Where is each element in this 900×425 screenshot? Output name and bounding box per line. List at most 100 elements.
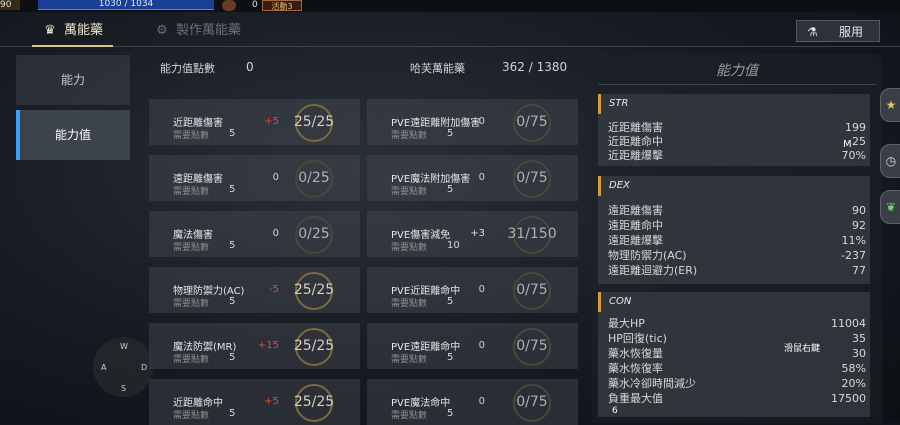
- stat-row: 藥水恢復量 30: [608, 347, 866, 360]
- sidebar: 能力 能力值: [16, 55, 130, 165]
- stat-name: 遠距離傷害: [173, 174, 223, 185]
- sidebar-item-stats[interactable]: 能力值: [16, 110, 130, 160]
- required-points-value: 5: [447, 352, 454, 363]
- top-status-bar: 90 1030 / 1034 0 活動3: [0, 0, 900, 12]
- sidebar-item-ability[interactable]: 能力: [16, 55, 130, 105]
- stat-cell[interactable]: PVE魔法附加傷害 需要點數 5 0 0/75: [367, 155, 578, 201]
- stat-cell[interactable]: 魔法傷害 需要點數 5 0 0/25: [149, 211, 360, 257]
- key-d: D: [141, 363, 148, 372]
- stat-bonus: 0: [478, 396, 485, 407]
- potion-icon: ⚗: [807, 25, 818, 39]
- tab-bar: ♛ 萬能藥 ⚙ 製作萬能藥: [0, 16, 900, 47]
- stat-bonus: 0: [478, 116, 485, 127]
- stat-progress: 25/25: [293, 114, 335, 130]
- tab-elixir[interactable]: ♛ 萬能藥: [31, 20, 114, 47]
- required-points-label: 需要點數: [391, 187, 428, 197]
- points-value: 0: [246, 60, 254, 74]
- stat-name: PVE遠距離命中: [391, 342, 461, 353]
- stat-name: PVE傷害減免: [391, 230, 451, 241]
- tab-craft-elixir[interactable]: ⚙ 製作萬能藥: [154, 20, 241, 42]
- required-points-value: 5: [229, 352, 236, 363]
- avatar: [222, 0, 236, 11]
- stat-cell[interactable]: 近距離傷害 需要點數 5 +5 25/25: [149, 99, 360, 145]
- gears-icon: ⚙: [156, 23, 168, 38]
- clock-button[interactable]: ◷: [880, 144, 900, 178]
- stat-name: 魔法防禦(MR): [173, 342, 237, 353]
- stat-cell[interactable]: PVE遠距離命中 需要點數 5 0 0/75: [367, 323, 578, 369]
- required-points-value: 5: [229, 296, 236, 307]
- hotkey-m: M: [843, 139, 852, 150]
- hotkey-6: 6: [612, 406, 618, 416]
- stat-bonus: +3: [470, 228, 485, 239]
- panel-title: 能力值: [716, 63, 758, 79]
- use-button-label: 服用: [839, 25, 864, 39]
- stat-progress: 0/75: [516, 114, 548, 130]
- divider: [598, 84, 876, 85]
- section-header: STR: [598, 94, 870, 114]
- stat-cell[interactable]: PVE遠距離附加傷害 需要點數 5 0 0/75: [367, 99, 578, 145]
- stat-row: 最大HP 11004: [608, 317, 866, 330]
- section-dex: DEX 遠距離傷害 90 遠距離命中 92 遠距離爆擊 11% 物理防禦力(AC) -2…: [598, 176, 870, 284]
- leaf-icon: ❦: [885, 200, 897, 214]
- stat-name: 近距離傷害: [173, 118, 223, 129]
- stat-bonus: +5: [264, 116, 279, 127]
- stat-cell[interactable]: PVE傷害減免 需要點數 10 +3 31/150: [367, 211, 578, 257]
- stat-cell[interactable]: PVE近距離命中 需要點數 5 0 0/75: [367, 267, 578, 313]
- stat-progress: 31/150: [507, 226, 557, 242]
- required-points-label: 需要點數: [173, 355, 210, 365]
- stat-cell[interactable]: 近距離命中 需要點數 5 +5 25/25: [149, 379, 360, 425]
- stat-row: 遠距離命中 92: [608, 219, 866, 232]
- star-icon: ★: [885, 98, 897, 112]
- stat-row: HP回復(tic) 35: [608, 332, 866, 345]
- stat-row: 近距離傷害 199: [608, 121, 866, 134]
- required-points-value: 5: [447, 296, 454, 307]
- stat-progress: 0/25: [298, 226, 330, 242]
- hp-bar: 1030 / 1034: [38, 0, 214, 10]
- required-points-value: 10: [447, 240, 460, 251]
- stat-cell[interactable]: 魔法防禦(MR) 需要點數 5 +15 25/25: [149, 323, 360, 369]
- stat-cell[interactable]: 物理防禦力(AC) 需要點數 5 -5 25/25: [149, 267, 360, 313]
- clock-icon: ◷: [885, 154, 897, 168]
- stat-row: 遠距離爆擊 11%: [608, 234, 866, 247]
- stat-bonus: +5: [264, 396, 279, 407]
- leaf-button[interactable]: ❦: [880, 190, 900, 224]
- required-points-value: 5: [447, 128, 454, 139]
- stat-progress: 0/75: [516, 170, 548, 186]
- stat-row: 藥水恢復率 58%: [608, 362, 866, 375]
- elixir-value: 362 / 1380: [502, 60, 568, 74]
- stat-row: 物理防禦力(AC) -237: [608, 249, 866, 262]
- stat-progress: 0/75: [516, 338, 548, 354]
- required-points-label: 需要點數: [173, 131, 210, 141]
- stat-bonus: 0: [478, 284, 485, 295]
- key-s: S: [121, 384, 127, 393]
- stat-cell[interactable]: PVE魔法命中 需要點數 5 0 0/75: [367, 379, 578, 425]
- stat-cell[interactable]: 遠距離傷害 需要點數 5 0 0/25: [149, 155, 360, 201]
- required-points-label: 需要點數: [391, 131, 428, 141]
- stat-row: 近距離命中 25: [608, 135, 866, 148]
- stat-bonus: 0: [272, 228, 279, 239]
- stat-bonus: -5: [269, 284, 279, 295]
- level-badge: 90: [0, 0, 20, 10]
- required-points-value: 5: [229, 240, 236, 251]
- use-button[interactable]: ⚗ 服用: [796, 20, 880, 42]
- event-button[interactable]: 活動3: [262, 0, 302, 11]
- required-points-value: 5: [229, 408, 236, 419]
- required-points-label: 需要點數: [391, 299, 428, 309]
- sidebar-item-label: 能力值: [54, 128, 91, 142]
- stat-name: PVE魔法命中: [391, 398, 451, 409]
- stat-progress: 0/75: [516, 394, 548, 410]
- stat-bonus: 0: [272, 172, 279, 183]
- star-button[interactable]: ★: [880, 88, 900, 122]
- right-click-hint: 滑鼠右鍵: [784, 344, 821, 354]
- required-points-label: 需要點數: [173, 187, 210, 197]
- movement-pad[interactable]: W A D S: [93, 337, 153, 397]
- stat-name: 物理防禦力(AC): [173, 286, 245, 297]
- required-points-label: 需要點數: [391, 355, 428, 365]
- stat-row: 近距離爆擊 70%: [608, 149, 866, 162]
- currency-count: 0: [252, 0, 258, 10]
- stat-name: PVE近距離命中: [391, 286, 461, 297]
- section-str: STR 近距離傷害 199 近距離命中 25 近距離爆擊 70%: [598, 94, 870, 166]
- stat-progress: 25/25: [293, 394, 335, 410]
- required-points-label: 需要點數: [173, 299, 210, 309]
- stat-bonus: +15: [257, 340, 279, 351]
